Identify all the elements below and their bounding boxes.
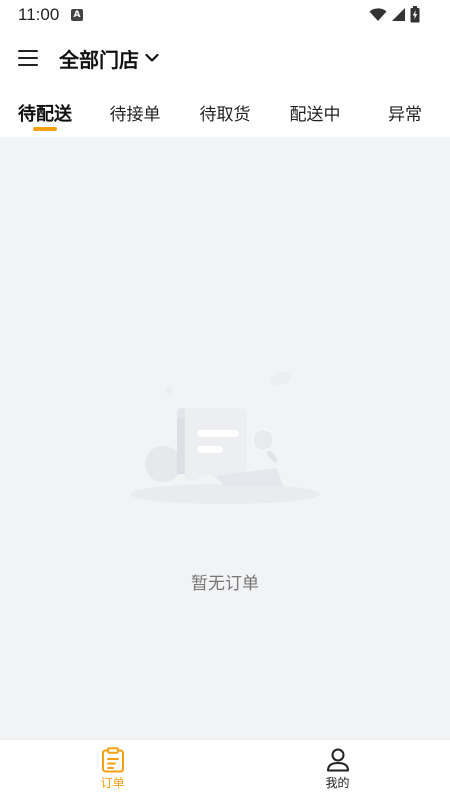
status-bar: 11:00 A	[0, 0, 450, 30]
tab-label: 待配送	[18, 104, 72, 125]
tab-label: 配送中	[289, 105, 341, 125]
menu-icon-line	[18, 57, 38, 59]
status-icons	[369, 6, 420, 23]
empty-orders-illustration-icon	[130, 372, 320, 504]
tab-label: 待取货	[199, 105, 251, 125]
app-bar: 全部门店	[0, 30, 450, 86]
menu-icon-line	[18, 50, 38, 52]
store-title: 全部门店	[59, 47, 139, 72]
nav-label: 订单	[100, 776, 125, 790]
person-icon	[327, 748, 349, 772]
tab-exception[interactable]: 异常	[360, 92, 450, 136]
status-time: 11:00	[18, 5, 60, 24]
tab-label: 待接单	[109, 105, 161, 125]
empty-state-text: 暂无订单	[191, 574, 259, 594]
tab-label: 异常	[388, 105, 422, 125]
order-list-area[interactable]: 暂无订单	[0, 137, 450, 739]
clipboard-icon	[102, 747, 124, 773]
tab-delivering[interactable]: 配送中	[270, 92, 360, 136]
bottom-navigation: 订单 我的	[0, 739, 450, 800]
active-tab-indicator	[33, 127, 57, 131]
chevron-down-icon	[145, 53, 159, 62]
menu-button[interactable]	[12, 42, 44, 74]
signal-icon	[392, 8, 405, 21]
order-status-tabs: 待配送 待接单 待取货 配送中 异常	[0, 92, 450, 136]
menu-icon-line	[18, 64, 38, 66]
nav-orders[interactable]: 订单	[0, 740, 225, 800]
notification-app-icon: A	[71, 9, 83, 21]
nav-label: 我的	[325, 776, 350, 790]
tab-pending-delivery[interactable]: 待配送	[0, 92, 90, 136]
battery-icon	[410, 6, 420, 23]
wifi-icon	[369, 7, 387, 21]
nav-profile[interactable]: 我的	[225, 740, 450, 800]
store-selector[interactable]: 全部门店	[59, 43, 159, 73]
tab-pending-pickup[interactable]: 待取货	[180, 92, 270, 136]
tab-pending-accept[interactable]: 待接单	[90, 92, 180, 136]
